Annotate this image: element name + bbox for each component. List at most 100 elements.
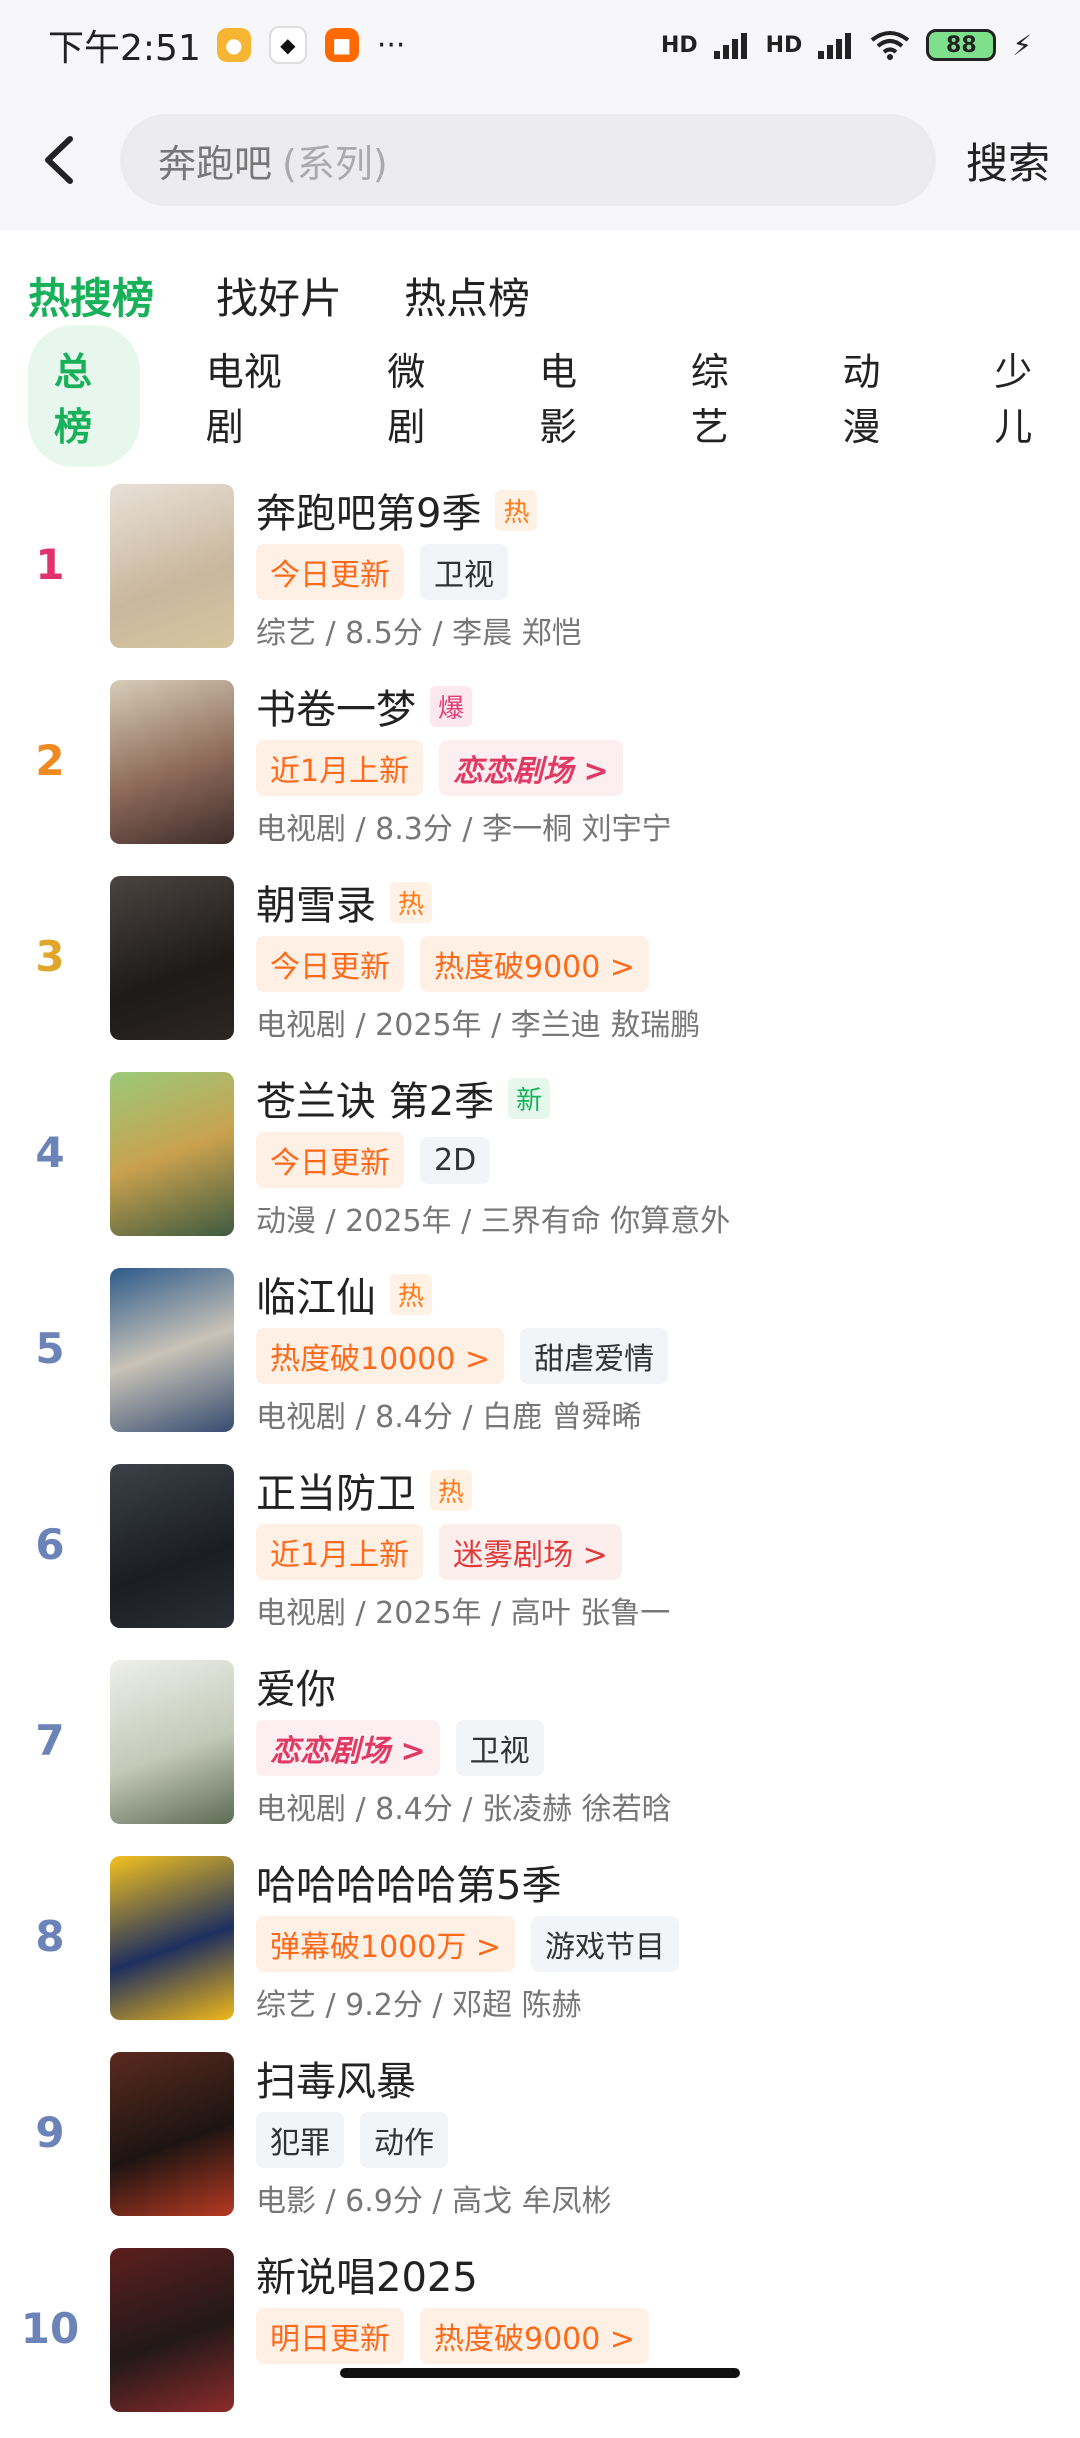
tag: 卫视 <box>420 544 508 600</box>
battery-icon: 88 <box>926 29 997 61</box>
rank-number: 6 <box>35 1520 65 1569</box>
poster-image <box>110 1268 234 1432</box>
signal-hd-2: HD <box>765 32 803 58</box>
tag: 动作 <box>360 2112 448 2168</box>
tag: 今日更新 <box>256 936 404 992</box>
boom-badge: 爆 <box>430 685 473 727</box>
heat-link[interactable]: 热度破9000 > <box>420 2308 650 2364</box>
poster-image <box>110 1464 234 1628</box>
channel-link[interactable]: 迷雾剧场 > <box>439 1524 622 1580</box>
tag: 甜虐爱情 <box>520 1328 669 1384</box>
home-indicator[interactable] <box>340 2368 740 2378</box>
item-meta: 动漫 / 2025年 / 三界有命 你算意外 <box>256 1204 731 1239</box>
item-title: 书卷一梦 <box>256 687 416 733</box>
heat-link[interactable]: 热度破10000 > <box>256 1328 505 1384</box>
rank-number: 9 <box>35 2108 65 2157</box>
tag: 卫视 <box>455 1720 544 1776</box>
item-meta: 电视剧 / 2025年 / 高叶 张鲁一 <box>256 1596 671 1631</box>
list-item[interactable]: 9 扫毒风暴 犯罪 动作 电影 / 6.9分 / 高戈 牟凤彬 <box>0 2046 1080 2242</box>
status-time: 下午2:51 <box>48 28 201 69</box>
rank-number: 7 <box>35 1716 65 1765</box>
ranking-list: 1 奔跑吧第9季 热 今日更新 卫视 综艺 / 8.5分 / 李晨 郑恺 2 书… <box>0 478 1080 2438</box>
rank-number: 10 <box>20 2304 80 2353</box>
search-button[interactable]: 搜索 <box>966 130 1050 191</box>
more-icon: ··· <box>376 27 406 63</box>
poster-image <box>110 1856 234 2020</box>
poster-image <box>110 680 234 844</box>
list-item[interactable]: 2 书卷一梦 爆 近1月上新 恋恋剧场 > 电视剧 / 8.3分 / 李一桐 刘… <box>0 674 1080 870</box>
poster-image <box>110 876 234 1040</box>
item-title: 朝雪录 <box>256 883 376 929</box>
list-item[interactable]: 8 哈哈哈哈哈第5季 弹幕破1000万 > 游戏节目 综艺 / 9.2分 / 邓… <box>0 1850 1080 2046</box>
weibo-icon: ● <box>216 28 251 62</box>
status-bar: 下午2:51 ● ◆ ■ ··· HD HD 88 ⚡ <box>0 0 1080 90</box>
channel-link[interactable]: 恋恋剧场 > <box>256 1720 440 1776</box>
hot-badge: 热 <box>430 1469 473 1511</box>
item-title: 临江仙 <box>256 1275 376 1321</box>
category-tab-variety[interactable]: 综艺 <box>665 325 777 467</box>
item-meta: 电影 / 6.9分 / 高戈 牟凤彬 <box>256 2184 612 2219</box>
item-meta: 综艺 / 8.5分 / 李晨 郑恺 <box>256 616 582 651</box>
top-tabs: 热搜榜 找好片 热点榜 <box>0 250 1080 340</box>
rank-number: 5 <box>35 1324 65 1373</box>
hot-badge: 热 <box>495 489 538 531</box>
rank-number: 8 <box>35 1912 65 1961</box>
rank-number: 4 <box>35 1128 65 1177</box>
search-input[interactable]: 奔跑吧 (系列) <box>120 114 936 206</box>
item-meta: 电视剧 / 8.4分 / 张凌赫 徐若晗 <box>256 1792 672 1827</box>
rank-number: 3 <box>35 932 65 981</box>
tab-find-good[interactable]: 找好片 <box>216 265 342 326</box>
list-item[interactable]: 10 新说唱2025 明日更新 热度破9000 > <box>0 2242 1080 2438</box>
item-meta: 电视剧 / 2025年 / 李兰迪 敖瑞鹏 <box>256 1008 701 1043</box>
list-item[interactable]: 1 奔跑吧第9季 热 今日更新 卫视 综艺 / 8.5分 / 李晨 郑恺 <box>0 478 1080 674</box>
list-item[interactable]: 6 正当防卫 热 近1月上新 迷雾剧场 > 电视剧 / 2025年 / 高叶 张… <box>0 1458 1080 1654</box>
signal-icon <box>713 33 747 59</box>
list-item[interactable]: 7 爱你 恋恋剧场 > 卫视 电视剧 / 8.4分 / 张凌赫 徐若晗 <box>0 1654 1080 1850</box>
charging-icon: ⚡ <box>1012 28 1032 62</box>
list-item[interactable]: 5 临江仙 热 热度破10000 > 甜虐爱情 电视剧 / 8.4分 / 白鹿 … <box>0 1262 1080 1458</box>
tag: 2D <box>420 1136 491 1184</box>
poster-image <box>110 1072 234 1236</box>
category-tab-tv[interactable]: 电视剧 <box>180 325 322 467</box>
back-button[interactable] <box>30 130 90 190</box>
item-title: 爱你 <box>256 1667 336 1713</box>
item-title: 新说唱2025 <box>256 2255 478 2301</box>
item-meta: 电视剧 / 8.3分 / 李一桐 刘宇宁 <box>256 812 672 847</box>
tag: 今日更新 <box>256 544 404 600</box>
item-title: 苍兰诀 第2季 <box>256 1079 495 1125</box>
tag: 犯罪 <box>256 2112 344 2168</box>
item-title: 扫毒风暴 <box>256 2059 416 2105</box>
search-header: 奔跑吧 (系列) 搜索 <box>0 90 1080 230</box>
new-badge: 新 <box>508 1077 551 1119</box>
tag: 明日更新 <box>256 2308 404 2364</box>
mi-icon: ■ <box>324 28 359 62</box>
item-meta: 综艺 / 9.2分 / 邓超 陈赫 <box>256 1988 582 2023</box>
rank-number: 1 <box>35 540 65 589</box>
tab-hot-search[interactable]: 热搜榜 <box>28 265 154 326</box>
category-tab-micro[interactable]: 微剧 <box>361 325 473 467</box>
channel-link[interactable]: 恋恋剧场 > <box>439 740 623 796</box>
category-tab-kids[interactable]: 少儿 <box>968 325 1080 467</box>
category-tabs: 总榜 电视剧 微剧 电影 综艺 动漫 少儿 <box>0 325 1080 467</box>
category-tab-anime[interactable]: 动漫 <box>817 325 929 467</box>
tag: 游戏节目 <box>531 1916 680 1972</box>
chevron-left-icon <box>45 136 73 184</box>
item-title: 哈哈哈哈哈第5季 <box>256 1863 562 1909</box>
tag: 近1月上新 <box>256 1524 424 1580</box>
search-query: 奔跑吧 <box>158 141 273 186</box>
heat-link[interactable]: 热度破9000 > <box>420 936 650 992</box>
tab-hot-topics[interactable]: 热点榜 <box>404 265 530 326</box>
list-item[interactable]: 3 朝雪录 热 今日更新 热度破9000 > 电视剧 / 2025年 / 李兰迪… <box>0 870 1080 1066</box>
poster-image <box>110 2248 234 2412</box>
poster-image <box>110 2052 234 2216</box>
category-tab-all[interactable]: 总榜 <box>28 325 140 467</box>
category-tab-movie[interactable]: 电影 <box>513 325 625 467</box>
list-item[interactable]: 4 苍兰诀 第2季 新 今日更新 2D 动漫 / 2025年 / 三界有命 你算… <box>0 1066 1080 1262</box>
tag: 近1月上新 <box>256 740 424 796</box>
item-title: 奔跑吧第9季 <box>256 491 482 537</box>
danmaku-link[interactable]: 弹幕破1000万 > <box>256 1916 516 1972</box>
signal-hd-1: HD <box>660 32 698 58</box>
status-right: HD HD 88 ⚡ <box>661 29 1032 62</box>
wifi-icon <box>871 31 910 60</box>
rank-number: 2 <box>35 736 65 785</box>
